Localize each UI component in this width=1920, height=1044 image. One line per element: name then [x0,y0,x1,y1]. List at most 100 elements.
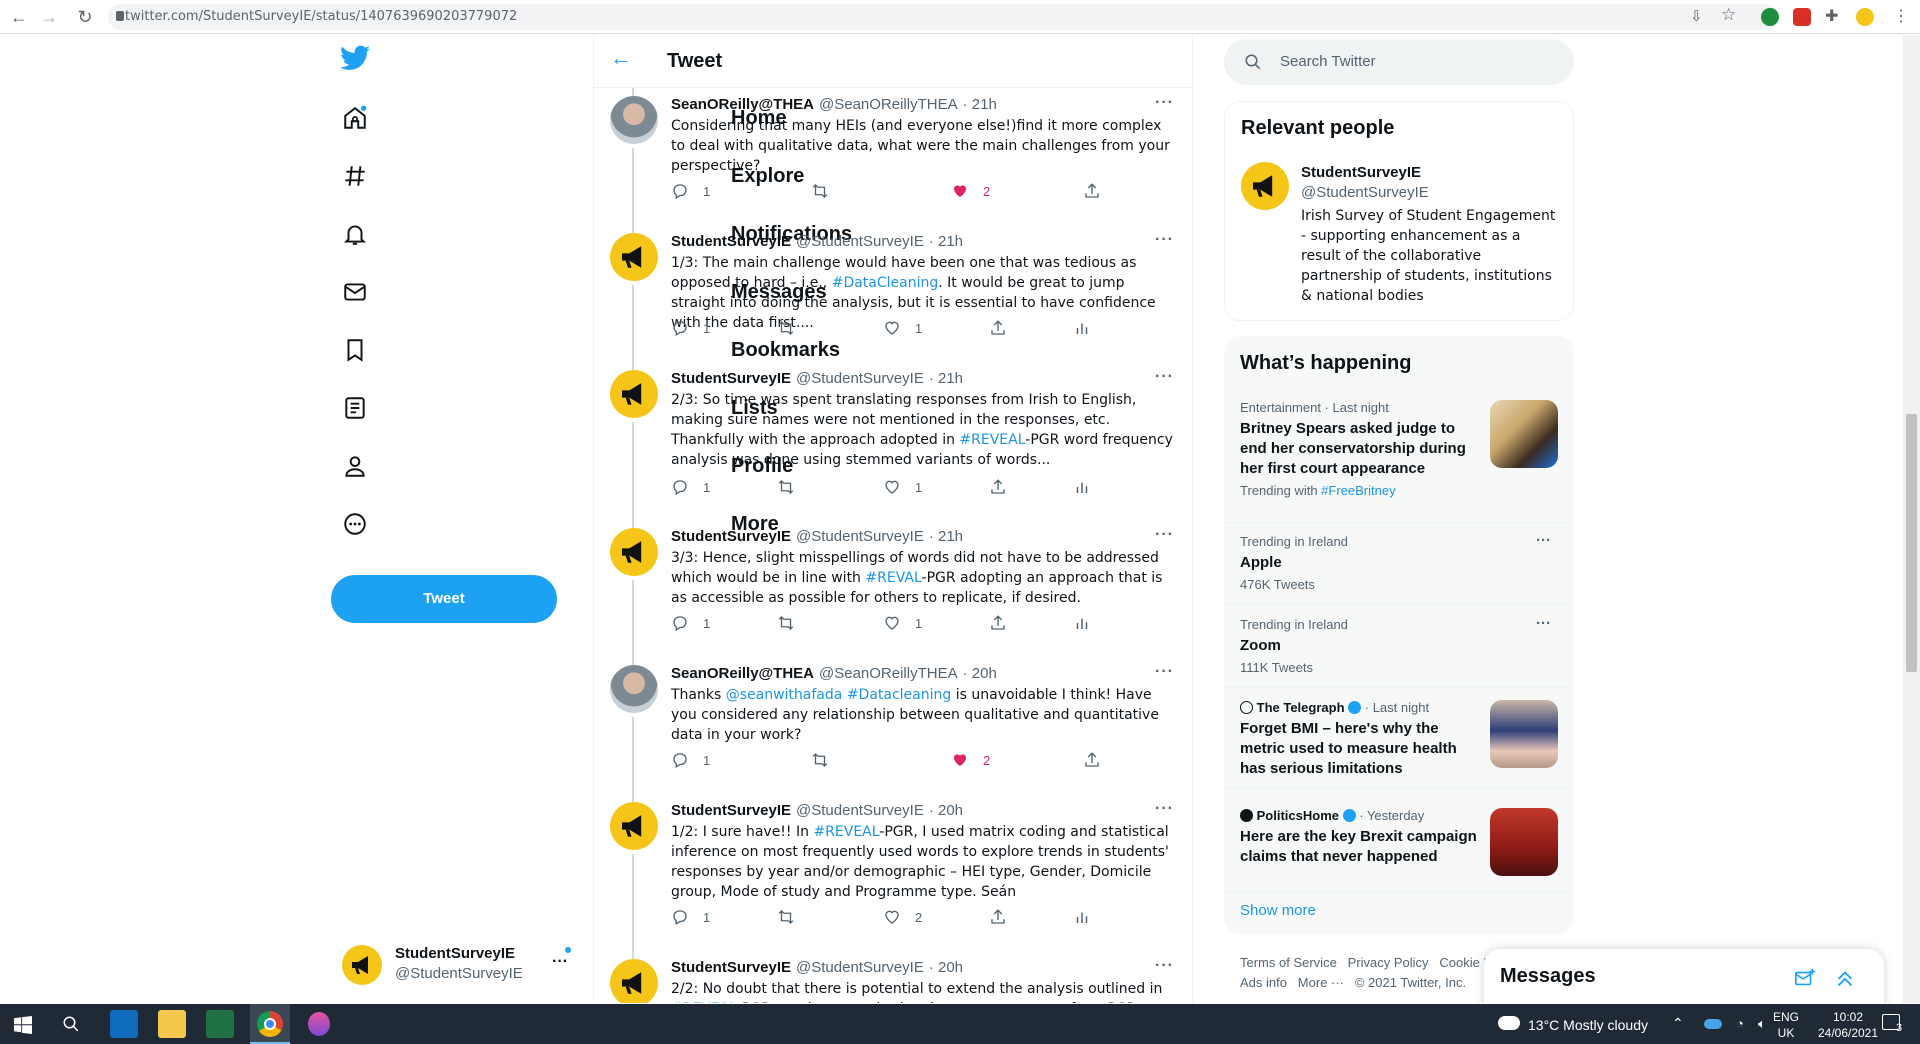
wifi-icon[interactable]: ◔ [1736,1016,1744,1031]
share-button[interactable] [989,908,1021,926]
tweet-author[interactable]: SeanOReilly@THEA @SeanOReillyTHEA · 20h [671,665,997,682]
volume-icon[interactable]: 🔈︎ [1758,1016,1766,1032]
tweet-more-icon[interactable]: ··· [1155,231,1174,249]
like-button[interactable]: 1 [883,319,922,337]
trend-item[interactable]: Trending in Ireland Apple 476K Tweets [1240,534,1560,592]
tweet[interactable]: StudentSurveyIE @StudentSurveyIE · 21h ··· 2… [594,362,1192,528]
tweet-author-name[interactable]: StudentSurveyIE [671,802,791,819]
new-message-icon[interactable] [1794,967,1816,989]
chevron-double-up-icon[interactable] [1834,967,1856,989]
avatar[interactable] [610,233,658,281]
tweet-link[interactable]: #Datacleaning [847,687,951,703]
reload-icon[interactable]: ↻ [74,6,96,28]
tweet-timestamp[interactable]: · 21h [929,528,963,545]
tweet-author-handle[interactable]: @StudentSurveyIE [796,233,924,250]
tweet[interactable]: StudentSurveyIE @StudentSurveyIE · 21h ··· 3… [594,520,1192,665]
footer-line-2[interactable]: Ads info More ··· © 2021 Twitter, Inc. [1240,973,1492,993]
tweet-more-icon[interactable]: ··· [1155,957,1174,975]
like-button[interactable]: 1 [883,478,922,496]
retweet-button[interactable] [811,182,843,200]
messages-drawer[interactable]: Messages [1484,949,1884,1003]
trend-hashtag-link[interactable]: #FreeBritney [1321,483,1395,498]
paint-drop-icon[interactable] [308,1012,330,1036]
tweet-author-name[interactable]: StudentSurveyIE [671,370,791,387]
relevant-avatar[interactable] [1241,162,1289,210]
nav-item-lists[interactable]: Lists [342,386,778,430]
news-item[interactable]: PoliticsHome · Yesterday Here are the ke… [1240,808,1480,867]
analytics-button[interactable] [1073,478,1105,496]
tweet-author-handle[interactable]: @StudentSurveyIE [796,370,924,387]
tweet-timestamp[interactable]: · 21h [929,370,963,387]
like-button[interactable]: 1 [883,614,922,632]
tweet-author[interactable]: StudentSurveyIE @StudentSurveyIE · 21h [671,233,963,250]
tweet-more-icon[interactable]: ··· [1155,800,1174,818]
tweet-author-handle[interactable]: @SeanOReillyTHEA [819,96,958,113]
weather-text[interactable]: 13°C Mostly cloudy [1528,1017,1648,1033]
tweet[interactable]: StudentSurveyIE @StudentSurveyIE · 20h ··· 1… [594,794,1192,959]
tweet-timestamp[interactable]: · 20h [929,959,963,976]
tweet-author-name[interactable]: StudentSurveyIE [671,528,791,545]
tweet-link[interactable]: #REVEAL [671,1001,737,1003]
show-more-link[interactable]: Show more [1240,902,1316,919]
tweet-author-name[interactable]: StudentSurveyIE [671,233,791,250]
search-input[interactable]: Search Twitter [1280,53,1376,70]
tweet-author-handle[interactable]: @SeanOReillyTHEA [819,665,958,682]
tweet-author-name[interactable]: SeanOReilly@THEA [671,96,814,113]
like-button[interactable]: 2 [951,182,990,200]
language-region[interactable]: UK [1768,1026,1804,1040]
footer-line-1[interactable]: Terms of Service Privacy Policy Cookie P [1240,953,1492,973]
tweet-more-icon[interactable]: ··· [1155,368,1174,386]
back-arrow-icon[interactable]: ← [8,6,30,28]
tweet-timestamp[interactable]: · 21h [929,233,963,250]
trend-item[interactable]: Trending in Ireland Zoom 111K Tweets [1240,617,1560,675]
retweet-button[interactable] [777,614,809,632]
tweet-timestamp[interactable]: · 20h [963,665,997,682]
tweet-author[interactable]: SeanOReilly@THEA @SeanOReillyTHEA · 21h [671,96,997,113]
tweet-author[interactable]: StudentSurveyIE @StudentSurveyIE · 20h [671,959,963,976]
nav-item-bookmarks[interactable]: Bookmarks [342,328,840,372]
tweet-more-icon[interactable]: ··· [1155,526,1174,544]
tweet[interactable]: SeanOReilly@THEA @SeanOReillyTHEA · 20h ···… [594,657,1192,802]
tweet-author[interactable]: StudentSurveyIE @StudentSurveyIE · 21h [671,528,963,545]
browser-menu-icon[interactable]: ⋮ [1893,6,1909,26]
tweet-link[interactable]: @seanwithafada [726,687,843,703]
back-arrow-icon[interactable]: ← [610,45,632,71]
avatar[interactable] [610,528,658,576]
extension-check-icon[interactable] [1761,8,1779,26]
nav-item-home[interactable]: Home [342,96,787,140]
reply-button[interactable]: 1 [671,478,710,496]
retweet-button[interactable] [777,908,809,926]
nav-item-more[interactable]: More [342,502,779,546]
tweet[interactable]: StudentSurveyIE @StudentSurveyIE · 21h ··· 1… [594,225,1192,370]
trend-item[interactable]: Entertainment · Last night Britney Spear… [1240,400,1480,498]
reply-button[interactable]: 1 [671,614,710,632]
search-icon[interactable] [62,1015,80,1033]
share-button[interactable] [1083,751,1115,769]
account-more-icon[interactable]: ··· [552,953,568,971]
avatar[interactable] [610,96,658,144]
tweet-more-icon[interactable]: ··· [1155,94,1174,112]
tweet-author[interactable]: StudentSurveyIE @StudentSurveyIE · 20h [671,802,963,819]
star-icon[interactable]: ☆ [1721,5,1736,25]
nav-item-notifications[interactable]: Notifications [342,212,852,256]
extensions-puzzle-icon[interactable]: ✚ [1825,6,1838,26]
twitter-logo-icon[interactable] [340,45,370,71]
tweet-timestamp[interactable]: · 21h [963,96,997,113]
tweet-author[interactable]: StudentSurveyIE @StudentSurveyIE · 21h [671,370,963,387]
onedrive-icon[interactable] [1704,1019,1722,1029]
tweet-author-name[interactable]: StudentSurveyIE [671,959,791,976]
file-explorer-icon[interactable] [158,1010,186,1038]
analytics-button[interactable] [1073,908,1105,926]
url-text[interactable]: twitter.com/StudentSurveyIE/status/14076… [125,9,517,24]
forward-arrow-icon[interactable]: → [38,6,60,28]
news-item[interactable]: The Telegraph · Last night Forget BMI – … [1240,700,1480,779]
analytics-button[interactable] [1073,614,1105,632]
retweet-button[interactable] [777,319,809,337]
tweet-author-handle[interactable]: @StudentSurveyIE [796,528,924,545]
like-button[interactable]: 2 [883,908,922,926]
chevron-up-icon[interactable]: ⌃ [1672,1015,1684,1032]
relevant-name[interactable]: StudentSurveyIE [1301,164,1421,181]
tweet-link[interactable]: #REVEAL [813,824,879,840]
tweet-more-icon[interactable]: ··· [1155,663,1174,681]
nav-item-explore[interactable]: Explore [342,154,804,198]
